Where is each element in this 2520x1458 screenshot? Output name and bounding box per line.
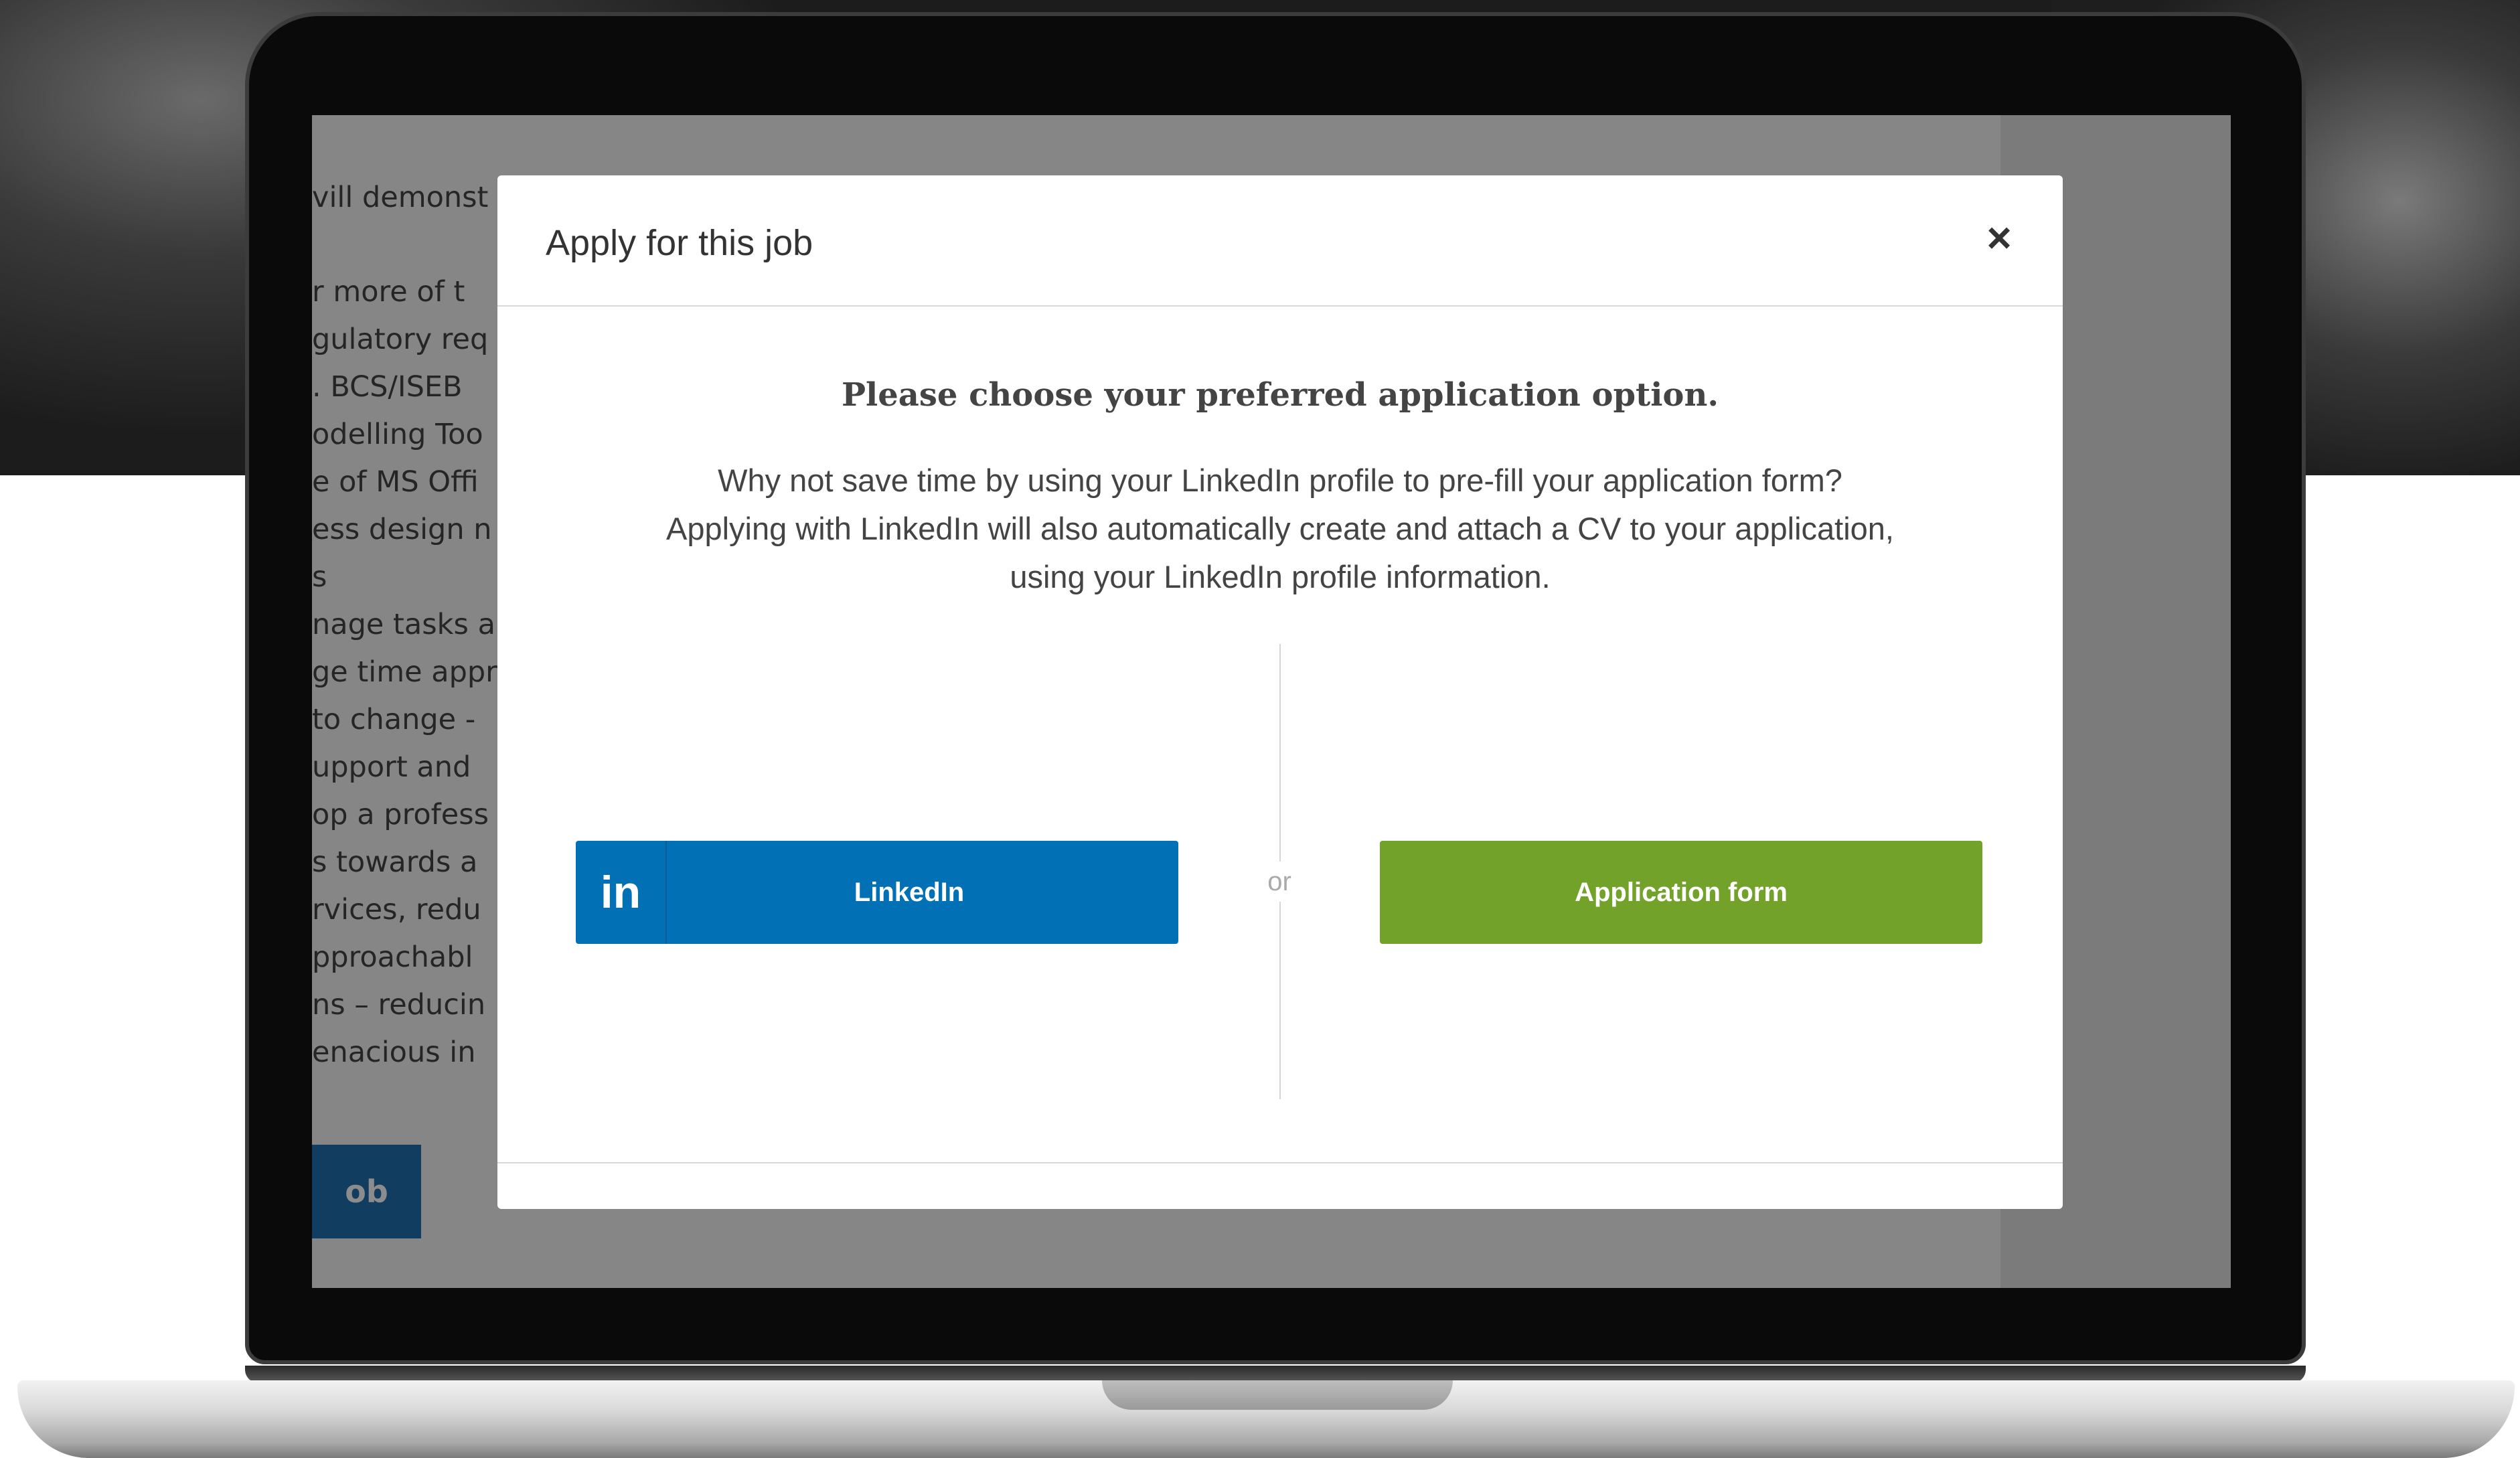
application-form-button[interactable]: Application form bbox=[1380, 841, 1982, 944]
modal-description-line: using your LinkedIn profile information. bbox=[1010, 559, 1551, 594]
modal-header: Apply for this job × bbox=[497, 175, 2063, 307]
modal-description: Why not save time by using your LinkedIn… bbox=[564, 457, 1996, 601]
or-label: or bbox=[1246, 862, 1313, 902]
modal-description-line: Applying with LinkedIn will also automat… bbox=[665, 511, 1894, 546]
apply-modal: Apply for this job × Please choose your … bbox=[497, 175, 2063, 1209]
close-icon[interactable]: × bbox=[1976, 214, 2023, 261]
modal-footer-divider bbox=[497, 1162, 2063, 1163]
modal-title: Apply for this job bbox=[546, 223, 813, 263]
laptop-opening-notch bbox=[1102, 1380, 1453, 1410]
modal-description-line: Why not save time by using your LinkedIn… bbox=[718, 463, 1842, 498]
linkedin-button-label: LinkedIn bbox=[854, 877, 965, 907]
application-form-button-label: Application form bbox=[1575, 877, 1788, 907]
laptop-screen: vill demonst r more of t gulatory req . … bbox=[312, 115, 2231, 1288]
apply-with-linkedin-button[interactable]: in LinkedIn bbox=[576, 841, 1178, 944]
modal-heading: Please choose your preferred application… bbox=[841, 376, 1719, 414]
linkedin-icon: in bbox=[576, 841, 667, 944]
